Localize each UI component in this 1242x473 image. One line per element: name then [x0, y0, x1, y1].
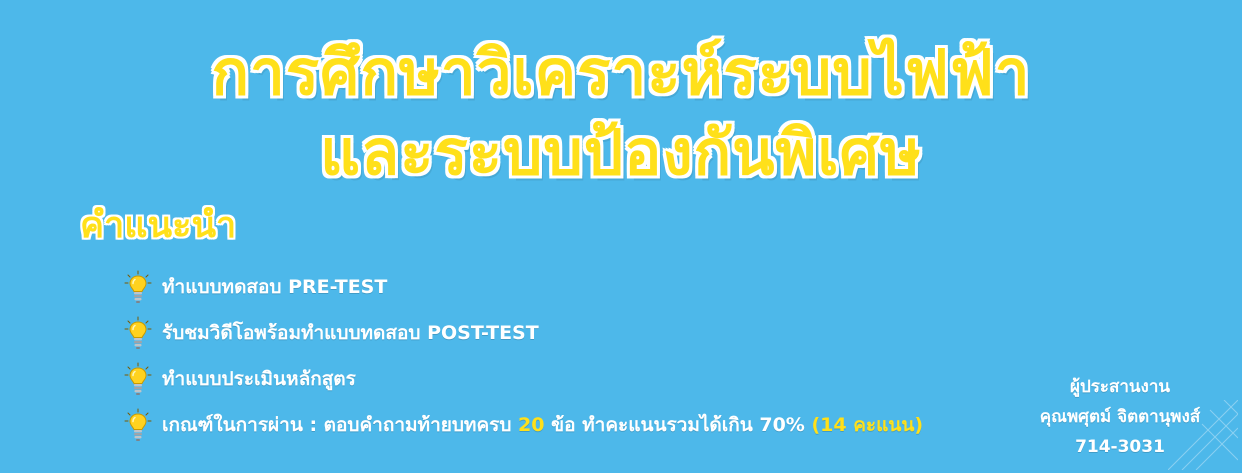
lightbulb-icon [124, 270, 152, 303]
coordinator-name: คุณพศุตม์ จิตตานุพงส์ [1039, 407, 1201, 427]
coordinator-contact: ผู้ประสานงาน คุณพศุตม์ จิตตานุพงส์ 714-3… [1010, 372, 1230, 462]
question-count: 20 [518, 414, 545, 436]
instruction-text: ทำแบบประเมินหลักสูตร [162, 368, 356, 390]
lightbulb-icon [124, 408, 152, 441]
list-item: เกณฑ์ในการผ่าน : ตอบคำถามท้ายบทครบ 20 ข้… [124, 402, 1024, 448]
coordinator-phone: 714-3031 [1075, 437, 1165, 457]
instructions-list: ทำแบบทดสอบ PRE-TEST รับชมวิดีโอพร้อมทำแบ… [124, 264, 1024, 448]
lightbulb-icon [124, 316, 152, 349]
list-item: ทำแบบประเมินหลักสูตร [124, 356, 1024, 402]
course-title-line-1: การศึกษาวิเคราะห์ระบบไฟฟ้า [211, 36, 1031, 109]
pass-criteria-text: เกณฑ์ในการผ่าน : ตอบคำถามท้ายบทครบ 20 ข้… [162, 410, 923, 440]
list-item: รับชมวิดีโอพร้อมทำแบบทดสอบ POST-TEST [124, 310, 1024, 356]
instruction-text: รับชมวิดีโอพร้อมทำแบบทดสอบ POST-TEST [162, 322, 539, 344]
passing-score: (14 คะแนน) [811, 414, 924, 436]
instructions-heading: คำแนะนำ [80, 205, 237, 246]
list-item: ทำแบบทดสอบ PRE-TEST [124, 264, 1024, 310]
course-banner: การศึกษาวิเคราะห์ระบบไฟฟ้า และระบบป้องกั… [0, 0, 1242, 473]
course-title-line-2: และระบบป้องกันพิเศษ [320, 116, 922, 189]
instruction-text: ทำแบบทดสอบ PRE-TEST [162, 276, 388, 298]
lightbulb-icon [124, 362, 152, 395]
pass-criteria-middle: ข้อ ทำคะแนนรวมได้เกิน 70% [544, 414, 812, 436]
pass-criteria-lead: เกณฑ์ในการผ่าน : ตอบคำถามท้ายบทครบ [162, 414, 519, 436]
coordinator-label: ผู้ประสานงาน [1069, 377, 1171, 397]
